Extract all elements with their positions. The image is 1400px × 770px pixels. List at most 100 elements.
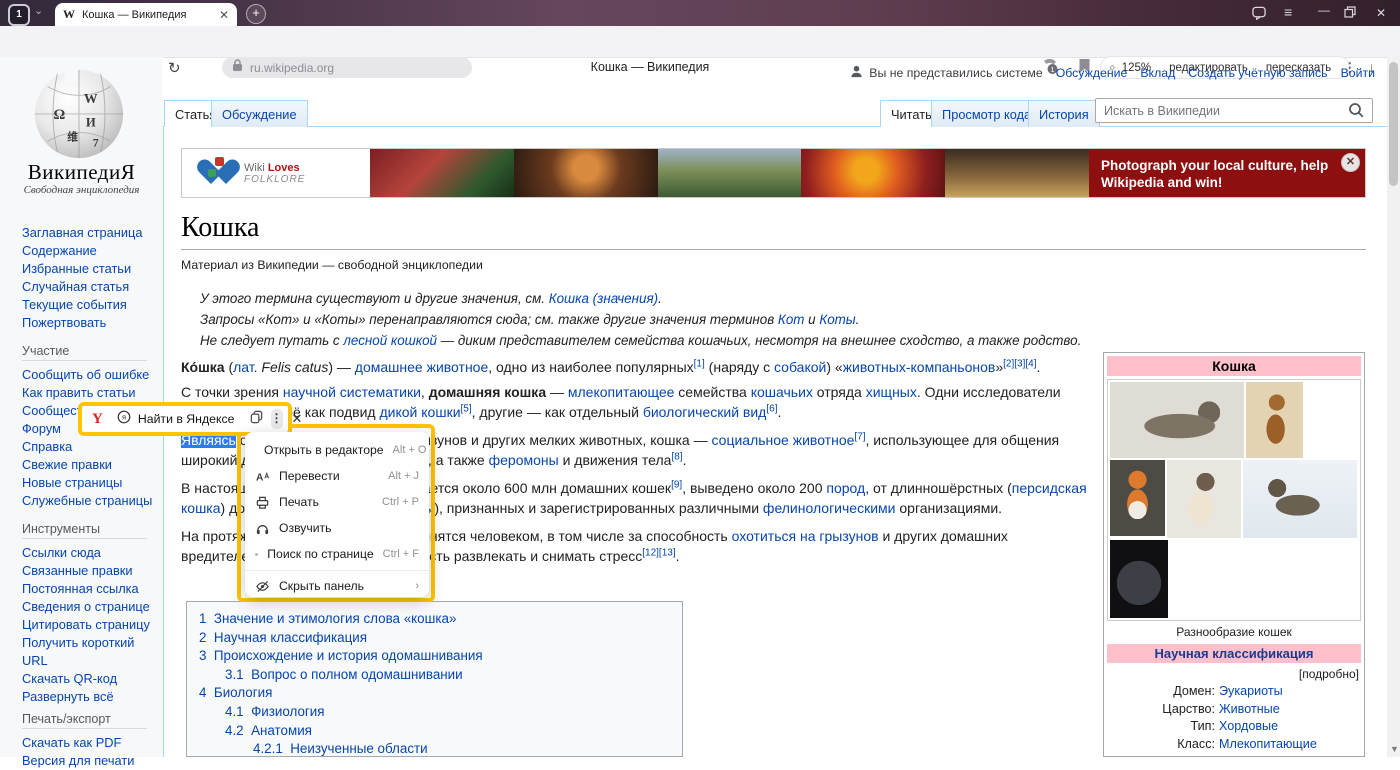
browser-menu-icon[interactable]: ≡ bbox=[1284, 5, 1292, 19]
toc-entry[interactable]: 4.2 Анатомия bbox=[225, 722, 670, 741]
sidebar-link[interactable]: Развернуть всё bbox=[22, 688, 160, 706]
sidebar-link[interactable]: Избранные статьи bbox=[22, 260, 160, 278]
personal-link-create-account[interactable]: Создать учётную запись bbox=[1188, 66, 1327, 80]
window-minimize-button[interactable]: — bbox=[1318, 3, 1330, 17]
sidebar-link[interactable]: Сведения о странице bbox=[22, 598, 160, 616]
details-link[interactable]: [подробно] bbox=[1107, 663, 1361, 683]
sidebar-link[interactable]: Свежие правки bbox=[22, 456, 160, 474]
paragraph: Ко́шка (лат. Felis catus) — домашнее жив… bbox=[181, 357, 1087, 377]
toc-entry[interactable]: 1 Значение и этимология слова «кошка» bbox=[199, 610, 670, 629]
tab-close-icon[interactable]: ✕ bbox=[219, 8, 229, 22]
tab-discussion[interactable]: Обсуждение bbox=[211, 100, 308, 127]
personal-link-contribs[interactable]: Вклад bbox=[1140, 66, 1175, 80]
svg-text:W: W bbox=[84, 91, 98, 106]
taxonomy-value[interactable]: Млекопитающие bbox=[1219, 736, 1317, 754]
hatnote: Не следует путать с лесной кошкой — дики… bbox=[200, 330, 1090, 351]
cat-photo[interactable] bbox=[1243, 460, 1357, 538]
taxonomy-value[interactable]: Хищные bbox=[1219, 753, 1268, 757]
new-tab-button[interactable]: + bbox=[246, 4, 266, 24]
svg-text:维: 维 bbox=[67, 130, 78, 143]
user-icon bbox=[850, 65, 863, 81]
cat-photo[interactable] bbox=[1246, 382, 1303, 458]
find-in-yandex-button[interactable]: Найти в Яндексе bbox=[138, 412, 235, 426]
cat-photo[interactable] bbox=[1110, 540, 1168, 618]
side-panel-icon[interactable] bbox=[1252, 6, 1267, 23]
sidebar-link[interactable]: Служебные страницы bbox=[22, 492, 160, 510]
toc-entry[interactable]: 3.1 Вопрос о полном одомашнивании bbox=[225, 666, 670, 685]
banner-photo bbox=[514, 149, 658, 197]
menu-item-open-in-editor[interactable]: Открыть в редактореAlt + O bbox=[245, 437, 429, 463]
taxonomy-row: Класс: Млекопитающие bbox=[1107, 736, 1361, 754]
window-close-button[interactable]: ✕ bbox=[1376, 6, 1386, 20]
scrollbar-down-arrow[interactable]: ▼ bbox=[1390, 744, 1399, 754]
sidebar-link[interactable]: Получить короткий URL bbox=[22, 634, 160, 670]
toc-entry[interactable]: 4 Биология bbox=[199, 684, 670, 703]
menu-item-translate[interactable]: А ПеревестиAlt + J bbox=[245, 463, 429, 489]
classification-header[interactable]: Научная классификация bbox=[1107, 644, 1361, 663]
sidebar-link[interactable]: Сообщить об ошибке bbox=[22, 366, 160, 384]
menu-item-print[interactable]: ПечатьCtrl + P bbox=[245, 489, 429, 515]
popup-more-button[interactable]: ⋮ bbox=[271, 409, 283, 429]
menu-item-hide-panel[interactable]: Скрыть панель› bbox=[245, 573, 429, 599]
tab-group-counter[interactable]: 1 bbox=[8, 4, 30, 26]
wiki-search-input[interactable] bbox=[1095, 98, 1373, 123]
window-restore-button[interactable] bbox=[1344, 6, 1356, 21]
search-icon[interactable] bbox=[1348, 102, 1365, 124]
sidebar-link[interactable]: Постоянная ссылка bbox=[22, 580, 160, 598]
cat-photo[interactable] bbox=[1167, 460, 1241, 538]
taxonomy-row: Отряд: Хищные bbox=[1107, 753, 1361, 757]
svg-text:Ω: Ω bbox=[54, 107, 66, 123]
sidebar-link[interactable]: Цитировать страницу bbox=[22, 616, 160, 634]
tab-history[interactable]: История bbox=[1028, 100, 1100, 127]
browser-tab[interactable]: W Кошка — Википедия ✕ bbox=[55, 3, 237, 26]
taxonomy-row: Домен: Эукариоты bbox=[1107, 683, 1361, 701]
svg-text:И: И bbox=[86, 116, 96, 130]
menu-item-find-on-page[interactable]: Поиск по страницеCtrl + F bbox=[245, 541, 429, 567]
sidebar-link[interactable]: Новые страницы bbox=[22, 474, 160, 492]
tab-view-source[interactable]: Просмотр кода bbox=[931, 100, 1042, 127]
sidebar-link[interactable]: Скачать как PDF bbox=[22, 734, 160, 752]
banner-close-icon[interactable]: ✕ bbox=[1341, 153, 1360, 172]
tab-list-chevron-icon[interactable]: ⌄ bbox=[34, 4, 43, 17]
address-bar: ← я ↻ ru.wikipedia.org Кошка — Википедия… bbox=[0, 26, 1400, 58]
sidebar-participation-links: Сообщить об ошибкеКак править статьиСооб… bbox=[22, 366, 160, 510]
wiki-loves-folklore-logo: Wiki Loves FOLKLORE bbox=[182, 149, 370, 197]
menu-item-read-aloud[interactable]: Озвучить bbox=[245, 515, 429, 541]
toc-entry[interactable]: 4.1 Физиология bbox=[225, 703, 670, 722]
personal-link-talk[interactable]: Обсуждение bbox=[1056, 66, 1128, 80]
sidebar-link[interactable]: Текущие события bbox=[22, 296, 160, 314]
taxonomy-value[interactable]: Животные bbox=[1219, 701, 1280, 719]
taxonomy-value[interactable]: Эукариоты bbox=[1219, 683, 1283, 701]
scrollbar-thumb[interactable] bbox=[1389, 62, 1398, 186]
toc-entry[interactable]: 4.2.1 Неизученные области bbox=[253, 740, 670, 757]
sidebar-link[interactable]: Случайная статья bbox=[22, 278, 160, 296]
sidebar-link[interactable]: Как править статьи bbox=[22, 384, 160, 402]
toc-entry[interactable]: 2 Научная классификация bbox=[199, 629, 670, 648]
personal-link-login[interactable]: Войти bbox=[1341, 66, 1375, 80]
sidebar-link[interactable]: Скачать QR-код bbox=[22, 670, 160, 688]
sidebar-section-title: Печать/экспорт bbox=[22, 712, 147, 729]
sidebar-link[interactable]: Версия для печати bbox=[22, 752, 160, 770]
hatnotes: У этого термина существуют и другие знач… bbox=[200, 288, 1090, 351]
yandex-logo-icon: Y bbox=[92, 411, 103, 428]
taxonomy-rows: Домен: Эукариоты Царство: Животные Тип: … bbox=[1107, 683, 1361, 757]
sidebar-link[interactable]: Ссылки сюда bbox=[22, 544, 160, 562]
copy-icon[interactable] bbox=[249, 409, 264, 429]
cat-photo-grid bbox=[1107, 379, 1361, 621]
table-of-contents: 1 Значение и этимология слова «кошка» 2 … bbox=[186, 601, 683, 757]
photo-caption: Разнообразие кошек bbox=[1107, 621, 1361, 644]
sidebar-link[interactable]: Связанные правки bbox=[22, 562, 160, 580]
toc-entry[interactable]: 3 Происхождение и история одомашнивания bbox=[199, 647, 670, 666]
sidebar-link[interactable]: Справка bbox=[22, 438, 160, 456]
taxonomy-value[interactable]: Хордовые bbox=[1219, 718, 1278, 736]
sidebar-link[interactable]: Содержание bbox=[22, 242, 160, 260]
sidebar-link[interactable]: Заглавная страница bbox=[22, 224, 160, 242]
cat-photo[interactable] bbox=[1110, 460, 1165, 536]
cat-photo[interactable] bbox=[1110, 382, 1244, 458]
fundraising-banner[interactable]: Wiki Loves FOLKLORE Photograph your loca… bbox=[181, 148, 1366, 198]
sidebar-link[interactable]: Пожертвовать bbox=[22, 314, 160, 332]
banner-message: Photograph your local culture, help Wiki… bbox=[1089, 149, 1365, 197]
svg-text:я: я bbox=[122, 412, 126, 421]
popup-close-icon[interactable]: ✕ bbox=[292, 411, 303, 427]
banner-photo bbox=[658, 149, 802, 197]
